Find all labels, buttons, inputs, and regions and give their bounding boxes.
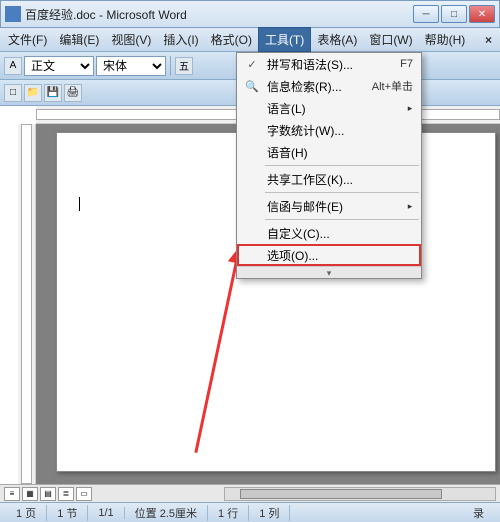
status-pages[interactable]: 1/1: [88, 507, 124, 519]
menubar: 文件(F) 编辑(E) 视图(V) 插入(I) 格式(O) 工具(T) 表格(A…: [0, 28, 500, 52]
menu-tools[interactable]: 工具(T): [258, 27, 311, 52]
status-section[interactable]: 1 节: [47, 505, 88, 521]
menu-file[interactable]: 文件(F): [2, 28, 53, 51]
menu-table[interactable]: 表格(A): [311, 28, 363, 51]
word-icon: [5, 6, 21, 22]
menu-letters-mailings[interactable]: 信函与邮件(E) ▸: [237, 195, 421, 217]
menu-label: 选项(O)...: [263, 247, 417, 264]
menu-shared-workspace[interactable]: 共享工作区(K)...: [237, 168, 421, 190]
menu-expand-button[interactable]: ▾: [237, 266, 421, 278]
menu-spelling[interactable]: ✓ 拼写和语法(S)... F7: [237, 53, 421, 75]
menu-label: 自定义(C)...: [263, 225, 417, 242]
minimize-button[interactable]: ─: [413, 5, 439, 23]
menu-language[interactable]: 语言(L) ▸: [237, 97, 421, 119]
menu-label: 共享工作区(K)...: [263, 171, 417, 188]
vertical-ruler[interactable]: [18, 124, 36, 484]
save-icon[interactable]: 💾: [44, 84, 62, 102]
menu-help[interactable]: 帮助(H): [419, 28, 472, 51]
menu-options[interactable]: 选项(O)...: [237, 244, 421, 266]
menu-separator: [265, 192, 419, 193]
menu-separator: [265, 219, 419, 220]
menu-shortcut: Alt+单击: [372, 78, 417, 94]
statusbar: 1 页 1 节 1/1 位置 2.5厘米 1 行 1 列 录: [0, 502, 500, 522]
status-line[interactable]: 1 行: [208, 505, 249, 521]
menu-label: 语言(L): [263, 100, 403, 117]
submenu-arrow-icon: ▸: [403, 201, 417, 212]
view-bar: ≡ ▦ ▤ ≣ ▭: [0, 484, 500, 502]
menu-label: 拼写和语法(S)...: [263, 56, 400, 73]
web-view-icon[interactable]: ▦: [22, 487, 38, 501]
menu-shortcut: F7: [400, 58, 417, 70]
menu-label: 信函与邮件(E): [263, 198, 403, 215]
status-position[interactable]: 位置 2.5厘米: [125, 505, 208, 521]
titlebar: 百度经验.doc - Microsoft Word ─ □ ✕: [0, 0, 500, 28]
print-view-icon[interactable]: ▤: [40, 487, 56, 501]
normal-view-icon[interactable]: ≡: [4, 487, 20, 501]
check-icon: ✓: [241, 58, 263, 71]
style-select[interactable]: 正文: [24, 56, 94, 76]
menu-format[interactable]: 格式(O): [205, 28, 258, 51]
status-rec[interactable]: 录: [463, 505, 494, 521]
menu-label: 字数统计(W)...: [263, 122, 417, 139]
menu-view[interactable]: 视图(V): [105, 28, 157, 51]
menu-insert[interactable]: 插入(I): [157, 28, 204, 51]
window-title: 百度经验.doc - Microsoft Word: [25, 6, 413, 23]
close-button[interactable]: ✕: [469, 5, 495, 23]
doc-close-button[interactable]: ×: [479, 31, 498, 49]
menu-edit[interactable]: 编辑(E): [53, 28, 105, 51]
menu-label: 语音(H): [263, 144, 417, 161]
menu-speech[interactable]: 语音(H): [237, 141, 421, 163]
new-icon[interactable]: □: [4, 84, 22, 102]
submenu-arrow-icon: ▸: [403, 103, 417, 114]
maximize-button[interactable]: □: [441, 5, 467, 23]
menu-customize[interactable]: 自定义(C)...: [237, 222, 421, 244]
search-icon: 🔍: [241, 80, 263, 93]
font-select[interactable]: 宋体: [96, 56, 166, 76]
horizontal-scrollbar[interactable]: [224, 487, 496, 501]
menu-wordcount[interactable]: 字数统计(W)...: [237, 119, 421, 141]
tools-dropdown: ✓ 拼写和语法(S)... F7 🔍 信息检索(R)... Alt+单击 语言(…: [236, 52, 422, 279]
para-icon[interactable]: A: [4, 57, 22, 75]
status-page[interactable]: 1 页: [6, 505, 47, 521]
open-icon[interactable]: 📁: [24, 84, 42, 102]
print-icon[interactable]: 🖨: [64, 84, 82, 102]
menu-label: 信息检索(R)...: [263, 78, 372, 95]
reading-view-icon[interactable]: ▭: [76, 487, 92, 501]
menu-separator: [265, 165, 419, 166]
window-controls: ─ □ ✕: [413, 5, 495, 23]
outline-view-icon[interactable]: ≣: [58, 487, 74, 501]
status-column[interactable]: 1 列: [249, 505, 290, 521]
menu-research[interactable]: 🔍 信息检索(R)... Alt+单击: [237, 75, 421, 97]
text-cursor: [79, 197, 80, 211]
separator: [170, 56, 171, 76]
size-select[interactable]: 五: [175, 57, 193, 75]
menu-window[interactable]: 窗口(W): [363, 28, 418, 51]
